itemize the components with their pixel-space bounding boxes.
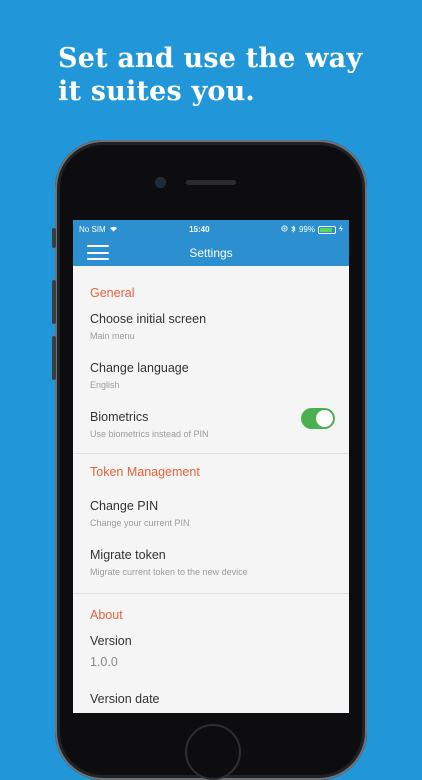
battery-icon xyxy=(318,225,336,234)
section-general: General Choose initial screen Main menu … xyxy=(73,266,349,454)
location-icon xyxy=(281,225,288,234)
setting-subtitle: Change your current PIN xyxy=(90,518,190,528)
status-time: 15:40 xyxy=(189,225,210,234)
headline-line-2: it suites you. xyxy=(58,76,255,107)
setting-title: Version xyxy=(90,634,132,648)
charging-icon xyxy=(339,225,343,234)
app-bar: Settings xyxy=(73,239,349,266)
settings-list: General Choose initial screen Main menu … xyxy=(73,266,349,713)
wifi-icon xyxy=(109,225,118,234)
home-button xyxy=(185,724,241,780)
setting-subtitle: Migrate current token to the new device xyxy=(90,567,248,577)
front-camera xyxy=(156,178,165,187)
section-title-about: About xyxy=(90,608,123,622)
setting-change-pin[interactable]: Change PIN Change your current PIN xyxy=(90,487,335,534)
setting-title: Choose initial screen xyxy=(90,312,207,326)
setting-version-date: Version date 18-12-2019 xyxy=(90,674,335,713)
section-token-management: Token Management Change PIN Change your … xyxy=(73,454,349,594)
phone-mute-switch xyxy=(52,228,56,248)
section-title-token-management: Token Management xyxy=(90,465,200,479)
setting-title: Migrate token xyxy=(90,548,166,562)
phone-volume-up xyxy=(52,280,56,324)
setting-version: Version 1.0.0 xyxy=(90,630,335,674)
promo-headline: Set and use the way it suites you. xyxy=(58,42,398,108)
phone-volume-down xyxy=(52,336,56,380)
setting-title: Biometrics xyxy=(90,410,149,424)
hamburger-menu-icon[interactable] xyxy=(87,245,109,260)
section-about: About Version 1.0.0 Version date 18-12-2… xyxy=(73,594,349,713)
battery-percent: 99% xyxy=(298,225,315,234)
setting-biometrics: Biometrics Use biometrics instead of PIN xyxy=(90,396,335,453)
setting-language[interactable]: Change language English xyxy=(90,347,335,396)
setting-title: Version date xyxy=(90,692,160,706)
setting-title: Change PIN xyxy=(90,499,159,513)
setting-subtitle: Main menu xyxy=(90,331,135,341)
setting-subtitle: Use biometrics instead of PIN xyxy=(90,429,209,439)
setting-subtitle: English xyxy=(90,380,120,390)
setting-migrate-token[interactable]: Migrate token Migrate current token to t… xyxy=(90,534,335,583)
section-title-general: General xyxy=(90,286,135,300)
headline-line-1: Set and use the way xyxy=(58,43,363,74)
biometrics-toggle[interactable] xyxy=(301,408,335,429)
earpiece-speaker xyxy=(186,180,236,185)
setting-title: Change language xyxy=(90,361,189,375)
setting-initial-screen[interactable]: Choose initial screen Main menu xyxy=(90,308,335,347)
carrier-label: No SIM xyxy=(79,225,106,234)
page-title: Settings xyxy=(189,245,233,260)
phone-screen: No SIM 15:40 99% Settings General Choose… xyxy=(73,220,349,713)
status-bar: No SIM 15:40 99% xyxy=(73,220,349,239)
setting-value: 1.0.0 xyxy=(90,655,118,669)
bluetooth-icon xyxy=(291,224,296,235)
